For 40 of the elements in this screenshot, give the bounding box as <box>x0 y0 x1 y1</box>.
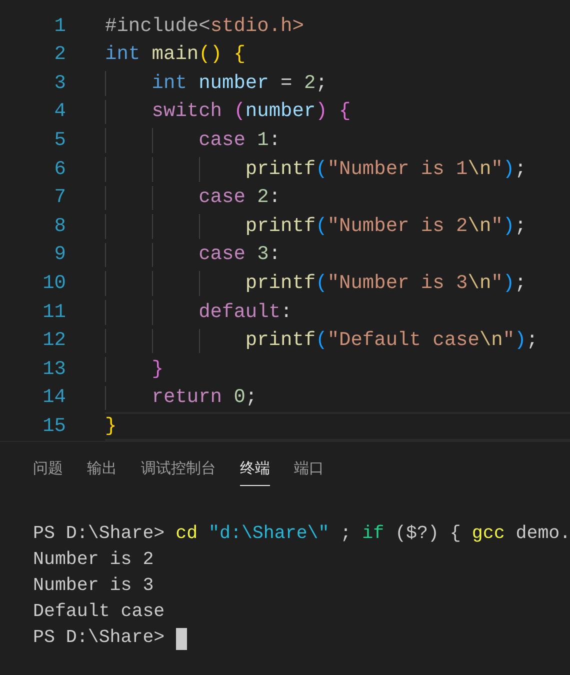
code-line: printf("Number is 1\n"); <box>245 156 526 182</box>
line-number: 11 <box>42 300 66 325</box>
terminal-line: PS D:\Share> cd "d:\Share\" ; if ($?) { gcc demo. <box>33 522 570 546</box>
code-line: switch (number) { <box>152 99 351 124</box>
panel-tab[interactable]: 端口 <box>294 458 324 486</box>
terminal-line: Number is 3 <box>33 574 154 598</box>
code-line: return 0; <box>152 385 258 410</box>
terminal-line: Number is 2 <box>33 548 154 572</box>
line-number: 15 <box>42 414 66 439</box>
code-line: case 2: <box>198 185 281 210</box>
code-line: default: <box>198 300 292 325</box>
panel-tab[interactable]: 调试控制台 <box>141 458 216 486</box>
terminal-line: PS D:\Share> <box>33 626 166 650</box>
terminal-line: Default case <box>33 600 165 624</box>
code-line: printf("Number is 3\n"); <box>245 271 526 296</box>
line-number: 6 <box>53 156 66 182</box>
code-line: } <box>105 414 117 439</box>
line-number: 3 <box>53 70 66 96</box>
code-line: printf("Default case\n"); <box>245 328 538 354</box>
code-line: } <box>152 356 164 382</box>
line-number: 10 <box>42 271 66 296</box>
code-line: printf("Number is 2\n"); <box>245 214 526 239</box>
panel-tab[interactable]: 问题 <box>33 458 63 486</box>
line-number: 14 <box>42 385 66 410</box>
code-line: int number = 2; <box>152 70 328 96</box>
code-line: int main() { <box>105 42 246 68</box>
line-number: 8 <box>53 214 66 239</box>
line-number: 9 <box>53 242 66 268</box>
line-number: 7 <box>53 185 66 210</box>
line-number: 13 <box>42 356 66 382</box>
line-number: 1 <box>53 14 66 39</box>
line-number: 5 <box>53 128 66 154</box>
code-line: case 3: <box>198 242 281 268</box>
line-number: 12 <box>42 328 66 354</box>
line-number: 2 <box>53 42 66 68</box>
code-line: #include<stdio.h> <box>105 14 304 39</box>
panel-tab[interactable]: 输出 <box>87 458 117 486</box>
line-number: 4 <box>53 99 66 124</box>
panel-tab[interactable]: 终端 <box>240 458 270 486</box>
code-line: case 1: <box>198 128 281 154</box>
